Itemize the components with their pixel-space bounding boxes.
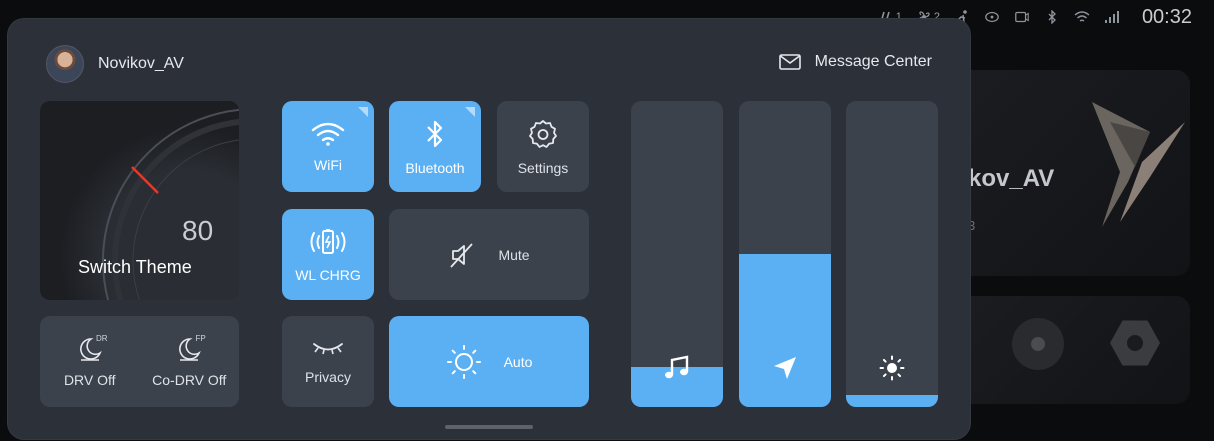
auto-brightness-toggle[interactable]: Auto — [389, 316, 589, 407]
navigation-arrow-icon — [774, 357, 796, 379]
climate-off-group: DR DRV Off FP Co-DRV Off — [40, 316, 239, 407]
wifi-label: WiFi — [314, 156, 342, 173]
sun-icon — [879, 355, 905, 381]
wireless-charging-label: WL CHRG — [295, 266, 361, 283]
wifi-toggle[interactable]: WiFi — [282, 101, 374, 192]
mute-toggle[interactable]: Mute — [389, 209, 589, 300]
driver-tag: DR — [96, 334, 108, 343]
codriver-climate-button[interactable]: FP Co-DRV Off — [140, 316, 240, 407]
bluetooth-more-indicator[interactable] — [465, 107, 475, 117]
message-center-button[interactable]: Message Center — [778, 53, 932, 71]
bluetooth-icon — [1044, 9, 1060, 25]
brand-logo-icon — [1092, 102, 1185, 227]
clock: 00:32 — [1141, 5, 1192, 28]
switch-theme-button[interactable]: 80 Switch Theme — [40, 101, 239, 300]
disc-icon — [1012, 318, 1064, 370]
wifi-more-indicator[interactable] — [358, 107, 368, 117]
navigation-volume-slider[interactable] — [739, 101, 831, 407]
message-center-label: Message Center — [814, 53, 932, 70]
avatar[interactable] — [46, 45, 84, 83]
envelope-icon — [778, 54, 801, 70]
wifi-icon — [1074, 9, 1090, 25]
closed-eye-icon — [313, 342, 343, 354]
bluetooth-icon — [427, 120, 443, 147]
theme-speed-value: 80 — [182, 215, 214, 246]
privacy-label: Privacy — [305, 368, 351, 385]
brightness-fill — [846, 394, 938, 407]
sun-icon — [446, 344, 481, 379]
recorder-icon — [1014, 9, 1030, 25]
media-volume-slider[interactable] — [631, 101, 723, 407]
auto-brightness-label: Auto — [503, 353, 533, 370]
driver-climate-label: DRV Off — [63, 371, 116, 388]
codriver-tag: FP — [195, 334, 206, 343]
wifi-icon — [311, 122, 345, 146]
background-user-name: kov_AV — [968, 165, 1055, 192]
control-center-panel: Novikov_AV Message Center 80 Switch Them… — [8, 19, 970, 439]
brightness-slider[interactable] — [846, 101, 938, 407]
mute-label: Mute — [498, 246, 530, 263]
wireless-charging-toggle[interactable]: WL CHRG — [282, 209, 374, 300]
bluetooth-label: Bluetooth — [405, 159, 465, 176]
gear-icon — [529, 119, 557, 148]
settings-label: Settings — [517, 159, 569, 176]
switch-theme-label: Switch Theme — [78, 257, 192, 277]
codriver-climate-label: Co-DRV Off — [152, 371, 227, 388]
user-name: Novikov_AV — [98, 55, 184, 72]
user-profile[interactable]: Novikov_AV — [46, 45, 184, 83]
signal-icon — [1104, 9, 1120, 25]
bluetooth-toggle[interactable]: Bluetooth — [389, 101, 481, 192]
home-indicator[interactable] — [445, 425, 533, 429]
driver-climate-button[interactable]: DR DRV Off — [40, 316, 140, 407]
privacy-toggle[interactable]: Privacy — [282, 316, 374, 407]
wireless-charging-icon — [310, 228, 346, 254]
speaker-muted-icon — [450, 242, 474, 268]
music-note-icon — [665, 355, 689, 379]
settings-button[interactable]: Settings — [497, 101, 589, 192]
navigation-volume-fill — [739, 254, 831, 407]
steering-icon — [984, 9, 1000, 25]
